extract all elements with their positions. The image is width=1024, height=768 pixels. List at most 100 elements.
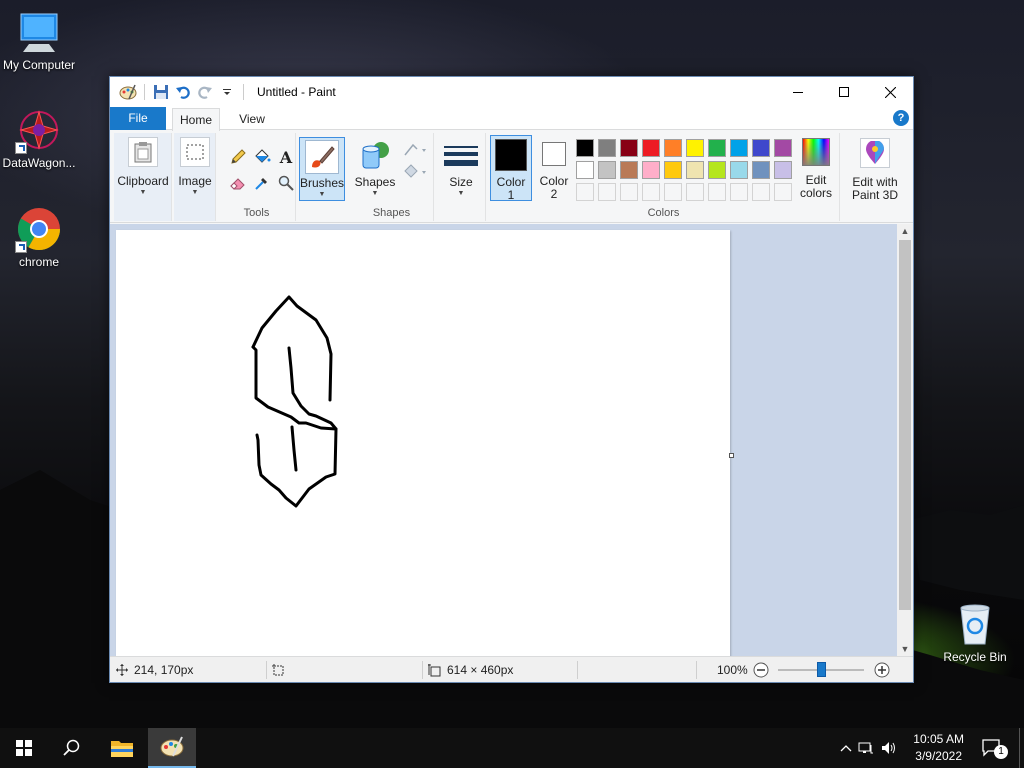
- color-swatch[interactable]: [620, 161, 638, 179]
- custom-color-slot[interactable]: [598, 183, 616, 201]
- system-clock[interactable]: 10:05 AM 3/9/2022: [913, 731, 964, 765]
- drawing-canvas[interactable]: [116, 230, 730, 656]
- brushes-button[interactable]: Brushes ▼: [299, 137, 345, 201]
- search-icon: [63, 739, 80, 756]
- custom-color-slot[interactable]: [752, 183, 770, 201]
- desktop-icon-recycle-bin[interactable]: Recycle Bin: [936, 600, 1014, 664]
- move-cursor-icon: [116, 664, 128, 676]
- scroll-up-icon[interactable]: ▲: [897, 224, 913, 238]
- help-button[interactable]: ?: [893, 110, 909, 126]
- vertical-scrollbar[interactable]: ▲ ▼: [897, 224, 913, 656]
- taskbar: 10:05 AM 3/9/2022 1: [0, 728, 1024, 768]
- selection-size-icon: [272, 663, 284, 675]
- zoom-slider[interactable]: [778, 657, 864, 683]
- color-swatch[interactable]: [642, 139, 660, 157]
- color-swatch[interactable]: [642, 161, 660, 179]
- color-swatch[interactable]: [598, 139, 616, 157]
- custom-color-slot[interactable]: [708, 183, 726, 201]
- edit-with-paint3d-button[interactable]: Edit with Paint 3D: [844, 135, 906, 202]
- redo-icon[interactable]: [194, 81, 216, 103]
- scroll-down-icon[interactable]: ▼: [897, 642, 913, 656]
- clock-date: 3/9/2022: [915, 749, 962, 763]
- desktop-icon-my-computer[interactable]: My Computer: [0, 8, 78, 72]
- color-swatch[interactable]: [774, 161, 792, 179]
- zoom-out-button[interactable]: [753, 657, 769, 683]
- paint-app-icon[interactable]: [117, 81, 139, 103]
- clipboard-button[interactable]: Clipboard ▼: [116, 137, 170, 197]
- color-swatch[interactable]: [730, 139, 748, 157]
- color-swatch[interactable]: [686, 161, 704, 179]
- color-swatch[interactable]: [664, 139, 682, 157]
- custom-color-slot[interactable]: [686, 183, 704, 201]
- desktop-icon-label: My Computer: [2, 58, 76, 72]
- show-hidden-icons-chevron-icon[interactable]: [838, 744, 854, 752]
- minimize-button[interactable]: [775, 77, 821, 107]
- edit-colors-button[interactable]: Edit colors: [794, 135, 838, 201]
- windows-logo-icon: [16, 740, 32, 756]
- color-swatch[interactable]: [708, 161, 726, 179]
- color-picker-icon[interactable]: [252, 173, 272, 193]
- desktop-icon-datawagon[interactable]: DataWagon...: [0, 106, 78, 170]
- volume-icon[interactable]: [878, 741, 900, 755]
- customize-toolbar-chevron-icon[interactable]: [216, 81, 238, 103]
- chrome-icon: [15, 205, 63, 253]
- color-swatch[interactable]: [708, 139, 726, 157]
- size-label: Size: [449, 175, 473, 189]
- network-icon[interactable]: [854, 741, 878, 755]
- title-bar[interactable]: Untitled - Paint: [110, 77, 913, 107]
- color2-button[interactable]: Color 2: [534, 135, 574, 201]
- start-button[interactable]: [0, 728, 48, 768]
- color-swatch[interactable]: [620, 139, 638, 157]
- close-button[interactable]: [867, 77, 913, 107]
- eraser-icon[interactable]: [228, 173, 248, 193]
- fill-bucket-icon[interactable]: [252, 147, 272, 167]
- notification-count-badge: 1: [994, 745, 1008, 759]
- outline-icon[interactable]: [402, 139, 428, 159]
- color-swatch[interactable]: [730, 161, 748, 179]
- undo-icon[interactable]: [172, 81, 194, 103]
- pencil-icon[interactable]: [228, 147, 248, 167]
- custom-color-slot[interactable]: [730, 183, 748, 201]
- custom-color-slot[interactable]: [642, 183, 660, 201]
- color-swatch[interactable]: [664, 161, 682, 179]
- zoom-slider-thumb[interactable]: [816, 662, 826, 677]
- maximize-button[interactable]: [821, 77, 867, 107]
- size-button[interactable]: Size ▼: [438, 137, 484, 198]
- color-swatch[interactable]: [752, 139, 770, 157]
- action-center-button[interactable]: 1: [972, 728, 1012, 768]
- tab-file[interactable]: File: [110, 107, 166, 130]
- color-swatch[interactable]: [752, 161, 770, 179]
- custom-color-slot[interactable]: [664, 183, 682, 201]
- scrollbar-thumb[interactable]: [899, 240, 911, 610]
- custom-color-slot[interactable]: [576, 183, 594, 201]
- custom-color-slot[interactable]: [774, 183, 792, 201]
- color-swatch[interactable]: [774, 139, 792, 157]
- clock-time: 10:05 AM: [913, 732, 964, 746]
- search-button[interactable]: [48, 728, 96, 768]
- color1-button[interactable]: Color 1: [490, 135, 532, 202]
- zoom-level-text: 100%: [717, 663, 748, 677]
- shapes-icon: [358, 139, 392, 173]
- show-desktop-button[interactable]: [1019, 728, 1024, 768]
- color-swatch[interactable]: [576, 139, 594, 157]
- image-button[interactable]: Image ▼: [176, 137, 214, 197]
- color-swatch[interactable]: [576, 161, 594, 179]
- desktop-icon-chrome[interactable]: chrome: [0, 205, 78, 269]
- tab-home[interactable]: Home: [172, 108, 220, 131]
- zoom-in-button[interactable]: [874, 657, 890, 683]
- tools-group: A Tools: [218, 133, 296, 221]
- file-explorer-button[interactable]: [98, 728, 146, 768]
- color-swatch[interactable]: [598, 161, 616, 179]
- text-icon[interactable]: A: [276, 147, 296, 167]
- drawing-strokes: [251, 295, 338, 508]
- save-icon[interactable]: [150, 81, 172, 103]
- shapes-button[interactable]: Shapes ▼: [354, 137, 396, 198]
- canvas-resize-handle-right[interactable]: [729, 453, 734, 458]
- paint-taskbar-button[interactable]: [148, 728, 196, 768]
- color-swatch[interactable]: [686, 139, 704, 157]
- tab-view[interactable]: View: [228, 108, 276, 130]
- status-divider: [577, 661, 578, 679]
- custom-color-slot[interactable]: [620, 183, 638, 201]
- magnifier-icon[interactable]: [276, 173, 296, 193]
- fill-icon[interactable]: [402, 161, 428, 181]
